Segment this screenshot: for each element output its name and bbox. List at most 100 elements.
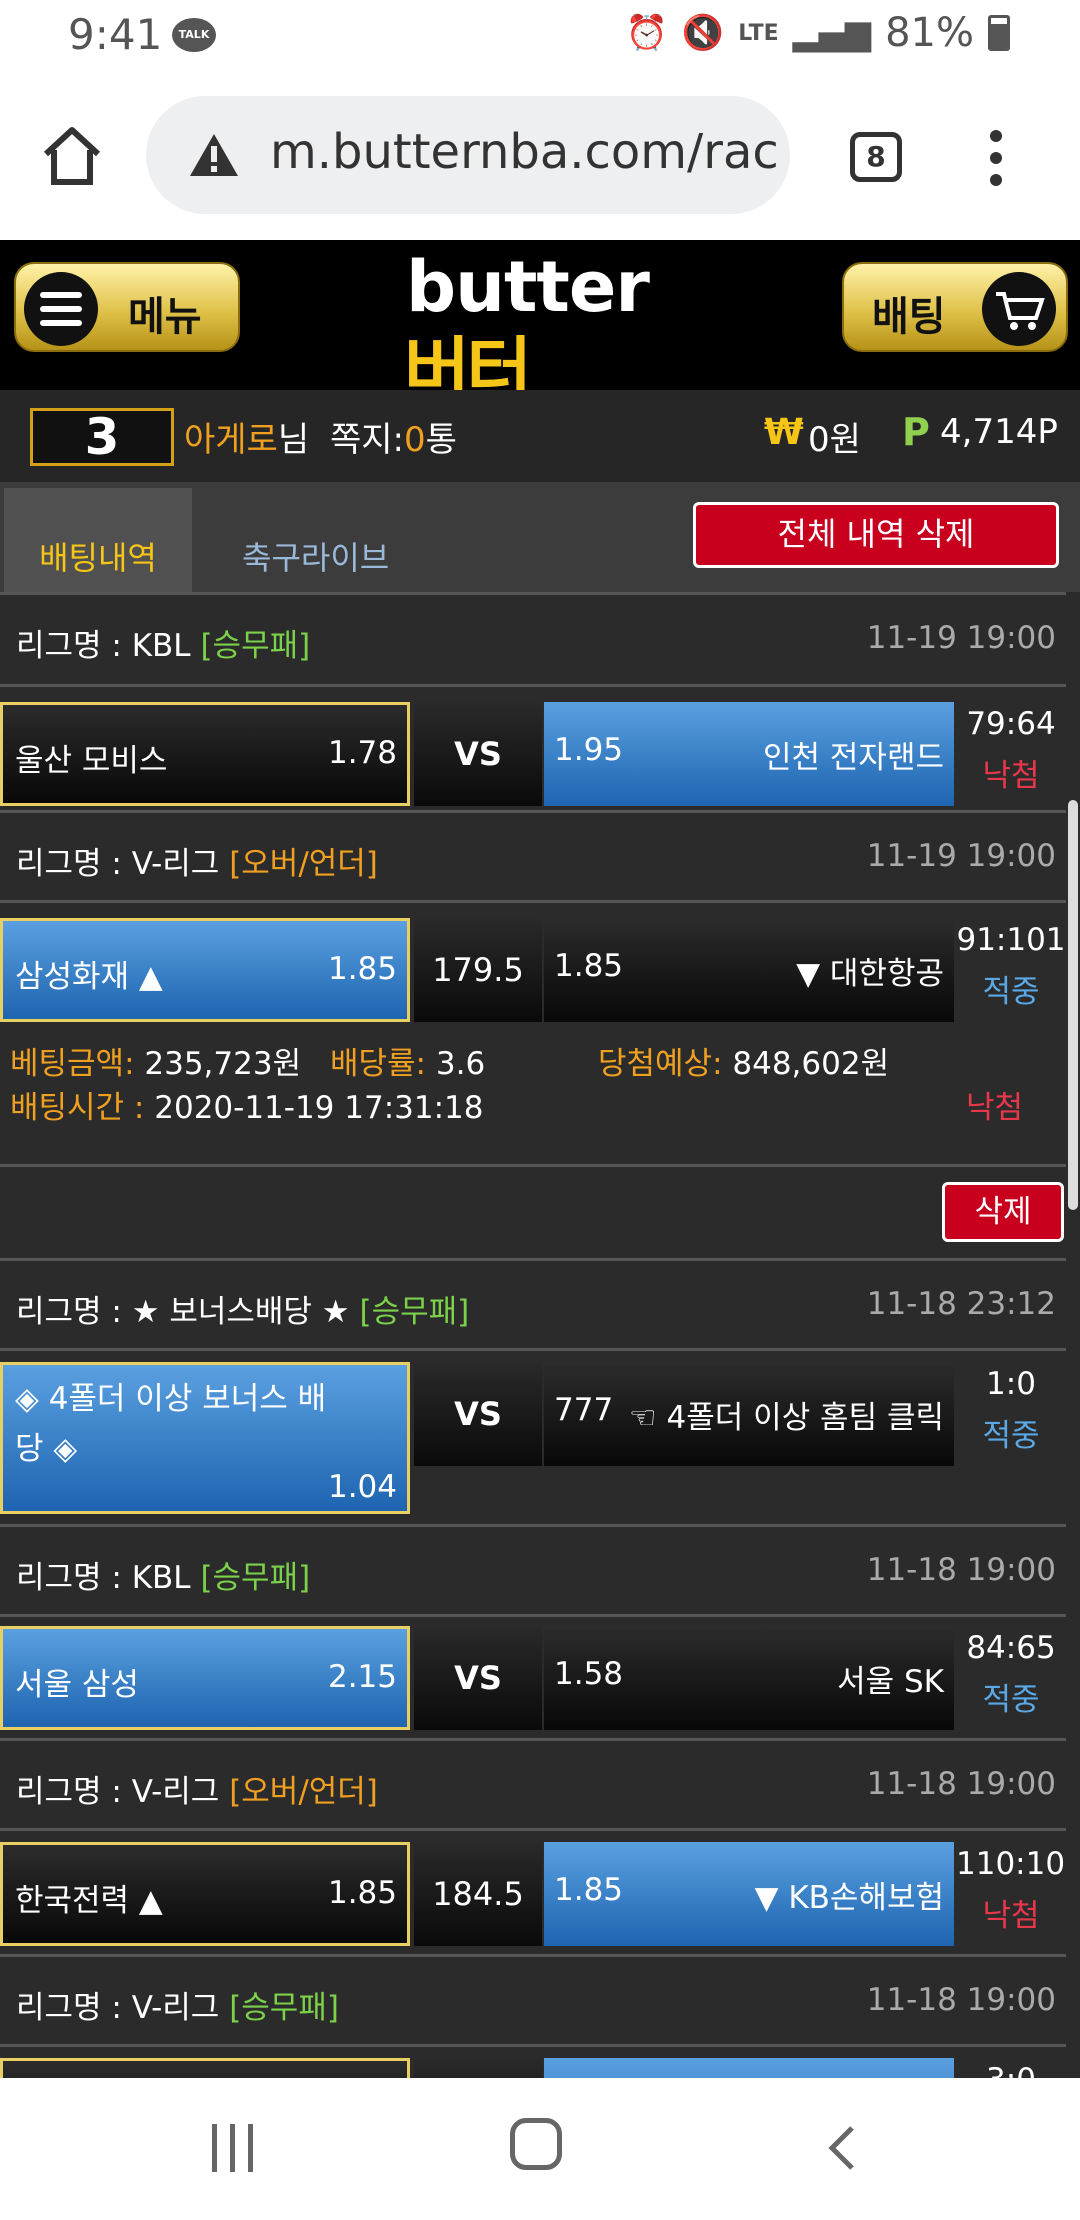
back-icon[interactable] (822, 2124, 862, 2172)
away-team-name: ☜ 4폴더 이상 홈팀 클릭 (628, 1400, 944, 1436)
away-team-cell[interactable]: 1.58 서울 SK (544, 1626, 954, 1730)
slip-result: 낙첨 (966, 1090, 1024, 1126)
vs-cell (414, 2058, 542, 2078)
home-team-cell[interactable] (0, 2058, 410, 2078)
tab-betting-history[interactable]: 배팅내역 (4, 488, 192, 592)
away-team-name: ▼ 대한항공 (796, 956, 944, 992)
league-label: 리그명 : V-리그 (16, 1990, 220, 2026)
match-score: 79:64 (966, 706, 1056, 742)
menu-button[interactable]: 메뉴 (14, 262, 240, 352)
recent-apps-icon[interactable] (210, 2124, 258, 2172)
match-status: 낙첨 (982, 1898, 1040, 1934)
home-team-cell[interactable]: ◈ 4폴더 이상 보너스 배 당 ◈ 1.04 (0, 1362, 410, 1514)
username-value: 아게로 (184, 420, 278, 460)
user-info-bar: 3 아게로님 쪽지:0통 ₩ 0원 P 4,714P (0, 390, 1080, 482)
memo-count-value: 0 (404, 420, 426, 460)
url-text[interactable]: m.butternba.com/rac (270, 124, 790, 180)
home-odds: 2.15 (327, 1659, 397, 1695)
bet-type: [승무패] (200, 628, 311, 664)
memo-unit: 통 (425, 420, 457, 460)
league-date: 11-18 23:12 (866, 1286, 1056, 1322)
match-row: 서울 삼성 2.15 VS 1.58 서울 SK 84:65 적중 (0, 1626, 1066, 1734)
balance: 0원 (808, 420, 861, 460)
betting-cart-button[interactable]: 배팅 (842, 262, 1068, 352)
bet-type: [승무패] (229, 1990, 339, 2026)
away-team-name: 서울 SK (837, 1664, 944, 1700)
league-name: 리그명 : ★ 보너스배당 ★ [승무패] (16, 1286, 469, 1331)
delete-row: 삭제 (0, 1166, 1066, 1258)
expected-win-value: 848,602원 (722, 1046, 890, 1082)
kakaotalk-icon: TALK (172, 18, 216, 52)
league-date: 11-19 19:00 (866, 620, 1056, 656)
away-team-cell[interactable] (544, 2058, 954, 2078)
betting-label: 배팅 (872, 294, 946, 340)
home-team-cell[interactable]: 한국전력 ▲ 1.85 (0, 1842, 410, 1946)
memo-label: 쪽지: (330, 420, 405, 460)
home-team-name: 서울 삼성 (15, 1667, 139, 1703)
memo-count[interactable]: 쪽지:0통 (330, 412, 457, 461)
match-row: ◈ 4폴더 이상 보너스 배 당 ◈ 1.04 VS 777 ☜ 4폴더 이상 … (0, 1362, 1066, 1514)
bet-type: [승무패] (359, 1294, 470, 1330)
bet-history-list[interactable]: 리그명 : KBL [승무패] 11-19 19:00 울산 모비스 1.78 … (0, 592, 1066, 2078)
match-score: 110:109 (956, 1846, 1066, 1882)
bet-type: [오버/언더] (229, 846, 378, 882)
match-score: 84:65 (966, 1630, 1056, 1666)
status-icons: ⏰ 🔇 LTE ▂▄▆ 81% (626, 10, 1010, 56)
warning-icon[interactable] (188, 132, 240, 178)
away-team-cell[interactable]: 1.95 인천 전자랜드 (544, 702, 954, 806)
battery-icon (988, 15, 1010, 51)
home-team-name: 울산 모비스 (15, 743, 168, 779)
bet-type: [승무패] (200, 1560, 311, 1596)
away-team-cell[interactable]: 1.85 ▼ 대한항공 (544, 918, 954, 1022)
menu-icon (24, 272, 98, 346)
league-name: 리그명 : V-리그 [승무패] (16, 1982, 339, 2027)
bet-amount-label: 베팅금액: (10, 1046, 135, 1082)
more-options-icon[interactable] (986, 130, 1006, 186)
bet-time: 배팅시간 : 2020-11-19 17:31:18 (10, 1082, 483, 1127)
home-icon[interactable] (40, 124, 104, 188)
odds-rate: 배당률: 3.6 (330, 1038, 485, 1083)
expected-win-label: 당첨예상: (598, 1046, 723, 1082)
match-result: 84:65 적중 (956, 1626, 1066, 1719)
match-score: 1:0 (986, 1366, 1036, 1402)
match-row: 울산 모비스 1.78 VS 1.95 인천 전자랜드 79:64 낙첨 (0, 702, 1066, 810)
bet-summary: 베팅금액: 235,723원 배당률: 3.6 당첨예상: 848,602원 배… (0, 1032, 1066, 1164)
delete-button[interactable]: 삭제 (942, 1182, 1064, 1242)
league-row: 리그명 : KBL [승무패] 11-18 19:00 (0, 1528, 1066, 1616)
mute-icon: 🔇 (681, 13, 725, 53)
site-header: 메뉴 butter 버터 배팅 (0, 240, 1080, 413)
league-name: 리그명 : V-리그 [오버/언더] (16, 838, 378, 883)
home-team-name: 한국전력 ▲ (15, 1883, 163, 1919)
bet-time-label: 배팅시간 : (10, 1090, 145, 1126)
username-suffix: 님 (277, 420, 310, 460)
home-team-cell[interactable]: 서울 삼성 2.15 (0, 1626, 410, 1730)
menu-label: 메뉴 (128, 294, 202, 340)
home-odds: 1.78 (327, 735, 397, 771)
away-team-cell[interactable]: 777 ☜ 4폴더 이상 홈팀 클릭 (544, 1362, 954, 1466)
match-status: 적중 (982, 1418, 1040, 1454)
match-result: 3:0 (956, 2058, 1066, 2078)
scrollbar[interactable] (1068, 800, 1078, 1210)
address-bar[interactable]: m.butternba.com/rac (146, 96, 790, 214)
status-time: 9:41 (68, 10, 163, 59)
home-nav-icon[interactable] (510, 2118, 562, 2170)
home-team-cell[interactable]: 울산 모비스 1.78 (0, 702, 410, 806)
tab-soccer-live[interactable]: 축구라이브 (196, 488, 389, 592)
bet-type: [오버/언더] (229, 1774, 378, 1810)
delete-all-button[interactable]: 전체 내역 삭제 (693, 502, 1059, 568)
home-team-cell[interactable]: 삼성화재 ▲ 1.85 (0, 918, 410, 1022)
cart-icon (982, 272, 1056, 346)
league-name: 리그명 : V-리그 [오버/언더] (16, 1766, 378, 1811)
expected-win: 당첨예상: 848,602원 (598, 1038, 889, 1083)
match-result: 91:101 적중 (956, 918, 1066, 1011)
browser-toolbar: m.butternba.com/rac 8 (0, 72, 1080, 240)
league-label: 리그명 : KBL (16, 628, 191, 664)
alarm-icon: ⏰ (625, 13, 668, 53)
home-team-name-line2: 당 ◈ (15, 1431, 78, 1467)
username: 아게로님 (184, 412, 309, 461)
match-result: 79:64 낙첨 (956, 702, 1066, 795)
away-team-cell[interactable]: 1.85 ▼ KB손해보험 (544, 1842, 954, 1946)
signal-icon: ▂▄▆ (792, 13, 872, 53)
league-row: 리그명 : V-리그 [오버/언더] 11-19 19:00 (0, 814, 1066, 902)
tab-switcher-button[interactable]: 8 (850, 132, 902, 182)
